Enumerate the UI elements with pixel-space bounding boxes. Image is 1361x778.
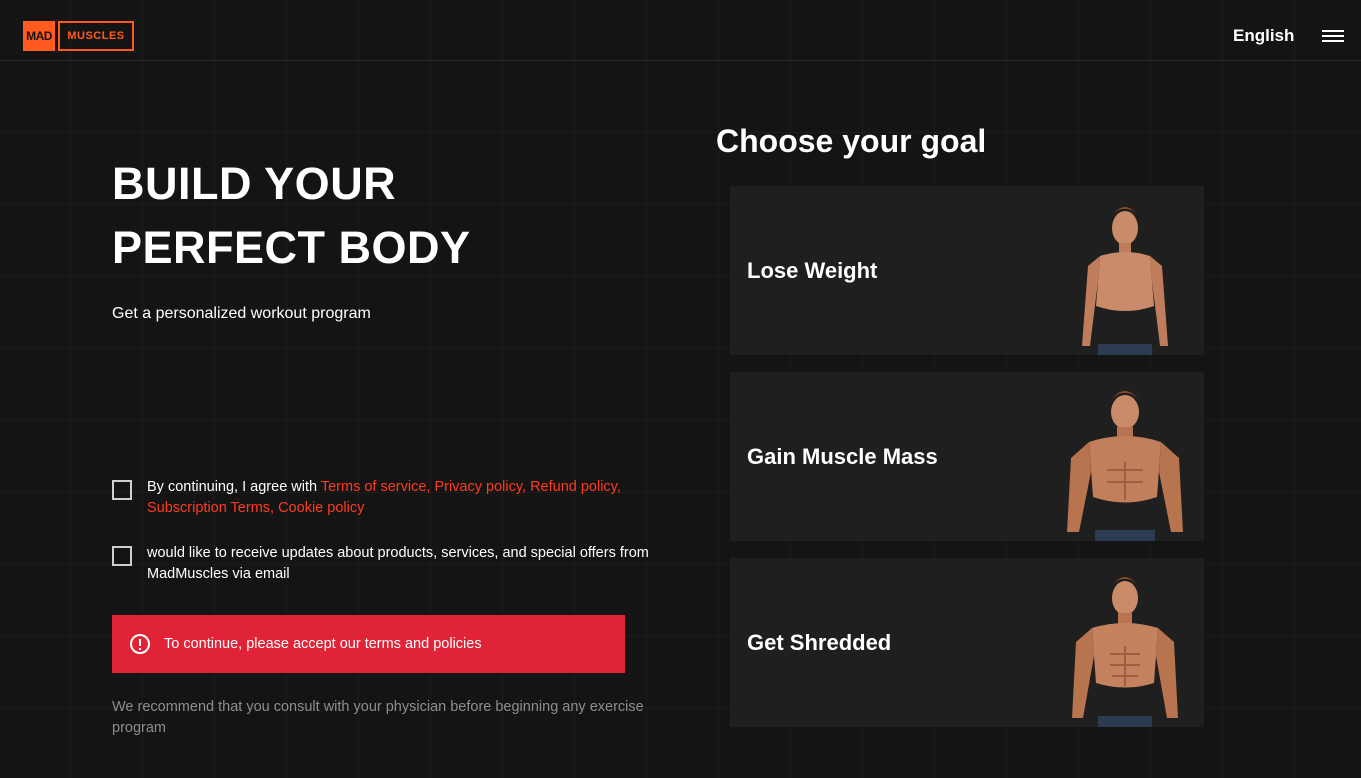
shredded-man-illustration xyxy=(1072,577,1178,727)
terms-prefix: By continuing, I agree with xyxy=(147,479,321,495)
madmuscles-logo[interactable]: MAD MUSCLES xyxy=(23,21,134,51)
error-alert: To continue, please accept our terms and… xyxy=(112,615,625,673)
hero-title: BUILD YOUR PERFECT BODY xyxy=(112,152,632,280)
error-message: To continue, please accept our terms and… xyxy=(164,636,482,652)
physician-disclaimer: We recommend that you consult with your … xyxy=(112,699,644,736)
logo-mad-mark: MAD xyxy=(23,21,55,51)
language-selector[interactable]: English xyxy=(1233,26,1294,46)
goal-card-gain-muscle-mass[interactable]: Gain Muscle Mass xyxy=(730,372,1204,541)
goal-section-title: Choose your goal xyxy=(716,123,987,159)
goal-label: Lose Weight xyxy=(747,258,878,283)
logo-muscles-wordmark: MUSCLES xyxy=(58,21,134,51)
top-bar: MAD MUSCLES English xyxy=(0,0,1361,61)
slim-man-illustration xyxy=(1082,207,1168,355)
alert-circle-icon xyxy=(130,634,150,654)
goal-card-get-shredded[interactable]: Get Shredded xyxy=(730,558,1204,727)
hero-title-line2: PERFECT BODY xyxy=(112,222,471,273)
terms-consent-row: By continuing, I agree with Terms of ser… xyxy=(112,477,652,519)
goal-label: Gain Muscle Mass xyxy=(747,444,938,469)
terms-checkbox[interactable] xyxy=(112,480,132,500)
goal-label: Get Shredded xyxy=(747,630,892,655)
hero-subtitle: Get a personalized workout program xyxy=(112,305,371,322)
hamburger-menu-icon[interactable] xyxy=(1322,30,1344,42)
updates-checkbox[interactable] xyxy=(112,546,132,566)
updates-consent-text: would like to receive updates about prod… xyxy=(147,545,649,582)
muscular-man-illustration xyxy=(1067,391,1183,541)
terms-consent-text: By continuing, I agree with Terms of ser… xyxy=(147,477,652,519)
updates-consent-row: would like to receive updates about prod… xyxy=(112,543,652,585)
hero-title-line1: BUILD YOUR xyxy=(112,158,397,209)
goal-card-lose-weight[interactable]: Lose Weight xyxy=(730,186,1204,355)
